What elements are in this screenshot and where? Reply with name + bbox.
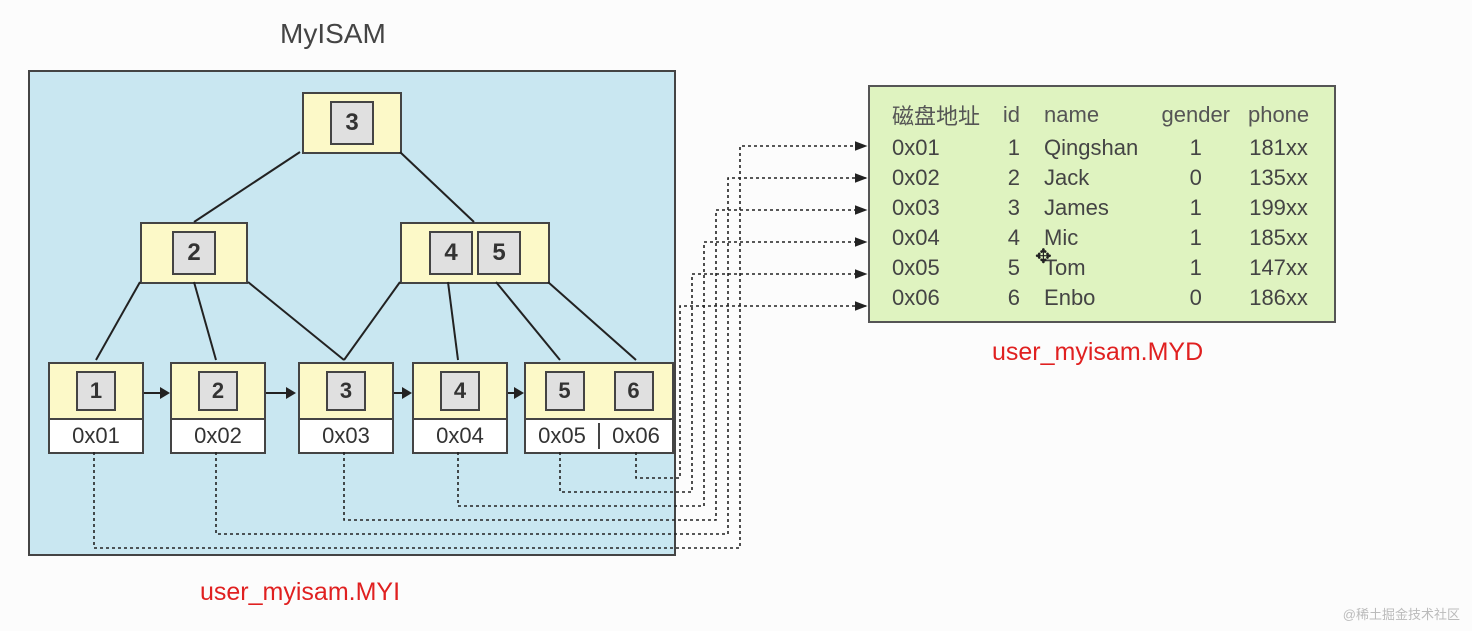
leaf-link-arrow-icon (394, 392, 410, 394)
cell-phone: 181xx (1239, 133, 1318, 163)
tree-leaf-node: 2 0x02 (170, 362, 266, 454)
leaf-link-arrow-icon (266, 392, 294, 394)
col-id: id (994, 97, 1038, 133)
tree-key: 4 (440, 371, 480, 411)
cell-gender: 1 (1152, 193, 1239, 223)
tree-internal-node: 4 5 (400, 222, 550, 284)
cell-gender: 1 (1152, 223, 1239, 253)
watermark: @稀土掘金技术社区 (1343, 604, 1460, 623)
cell-addr: 0x05 (886, 253, 994, 283)
cell-name: Tom (1038, 253, 1152, 283)
cell-id: 1 (994, 133, 1038, 163)
table-row: 0x01 1 Qingshan 1 181xx (886, 133, 1318, 163)
cell-gender: 1 (1152, 133, 1239, 163)
disk-address: 0x05 (526, 423, 598, 449)
tree-leaf-node: 5 6 0x05 0x06 (524, 362, 674, 454)
cell-phone: 186xx (1239, 283, 1318, 313)
cell-name: Mic (1038, 223, 1152, 253)
leaf-link-arrow-icon (144, 392, 168, 394)
col-addr: 磁盘地址 (886, 97, 994, 133)
cell-id: 6 (994, 283, 1038, 313)
tree-key: 3 (330, 101, 374, 145)
col-phone: phone (1239, 97, 1318, 133)
disk-address: 0x01 (50, 423, 142, 449)
diagram-title: MyISAM (280, 18, 386, 50)
table-row: 0x03 3 James 1 199xx (886, 193, 1318, 223)
cell-id: 3 (994, 193, 1038, 223)
tree-key: 5 (477, 231, 521, 275)
table-row: 0x06 6 Enbo 0 186xx (886, 283, 1318, 313)
table-header-row: 磁盘地址 id name gender phone (886, 97, 1318, 133)
leaf-link-arrow-icon (508, 392, 522, 394)
tree-internal-node: 2 (140, 222, 248, 284)
cell-phone: 185xx (1239, 223, 1318, 253)
tree-key: 2 (172, 231, 216, 275)
cell-phone: 147xx (1239, 253, 1318, 283)
tree-leaf-node: 1 0x01 (48, 362, 144, 454)
cell-id: 2 (994, 163, 1038, 193)
tree-leaf-node: 4 0x04 (412, 362, 508, 454)
table-row: 0x04 4 Mic 1 185xx (886, 223, 1318, 253)
cell-gender: 0 (1152, 163, 1239, 193)
table-row: 0x05 5 Tom 1 147xx (886, 253, 1318, 283)
disk-address: 0x02 (172, 423, 264, 449)
tree-key: 2 (198, 371, 238, 411)
tree-key: 5 (545, 371, 585, 411)
cell-phone: 135xx (1239, 163, 1318, 193)
data-file-label: user_myisam.MYD (992, 338, 1203, 367)
data-panel: 磁盘地址 id name gender phone 0x01 1 Qingsha… (868, 85, 1336, 323)
cell-addr: 0x03 (886, 193, 994, 223)
disk-address: 0x06 (598, 423, 672, 449)
tree-key: 4 (429, 231, 473, 275)
col-name: name (1038, 97, 1152, 133)
cell-gender: 1 (1152, 253, 1239, 283)
cell-name: Jack (1038, 163, 1152, 193)
cell-id: 5 (994, 253, 1038, 283)
cell-gender: 0 (1152, 283, 1239, 313)
disk-address: 0x04 (414, 423, 506, 449)
tree-key: 1 (76, 371, 116, 411)
index-panel: 3 2 4 5 1 0x01 2 0x02 3 0x03 4 0x04 5 6 … (28, 70, 676, 556)
table-row: 0x02 2 Jack 0 135xx (886, 163, 1318, 193)
cell-name: Qingshan (1038, 133, 1152, 163)
index-file-label: user_myisam.MYI (200, 578, 400, 607)
col-gender: gender (1152, 97, 1239, 133)
cell-addr: 0x01 (886, 133, 994, 163)
data-table: 磁盘地址 id name gender phone 0x01 1 Qingsha… (886, 97, 1318, 313)
cell-phone: 199xx (1239, 193, 1318, 223)
tree-leaf-node: 3 0x03 (298, 362, 394, 454)
tree-root-node: 3 (302, 92, 402, 154)
disk-address: 0x03 (300, 423, 392, 449)
tree-key: 3 (326, 371, 366, 411)
tree-key: 6 (614, 371, 654, 411)
cell-addr: 0x02 (886, 163, 994, 193)
cell-name: Enbo (1038, 283, 1152, 313)
cell-addr: 0x06 (886, 283, 994, 313)
cell-addr: 0x04 (886, 223, 994, 253)
cell-id: 4 (994, 223, 1038, 253)
cell-name: James (1038, 193, 1152, 223)
